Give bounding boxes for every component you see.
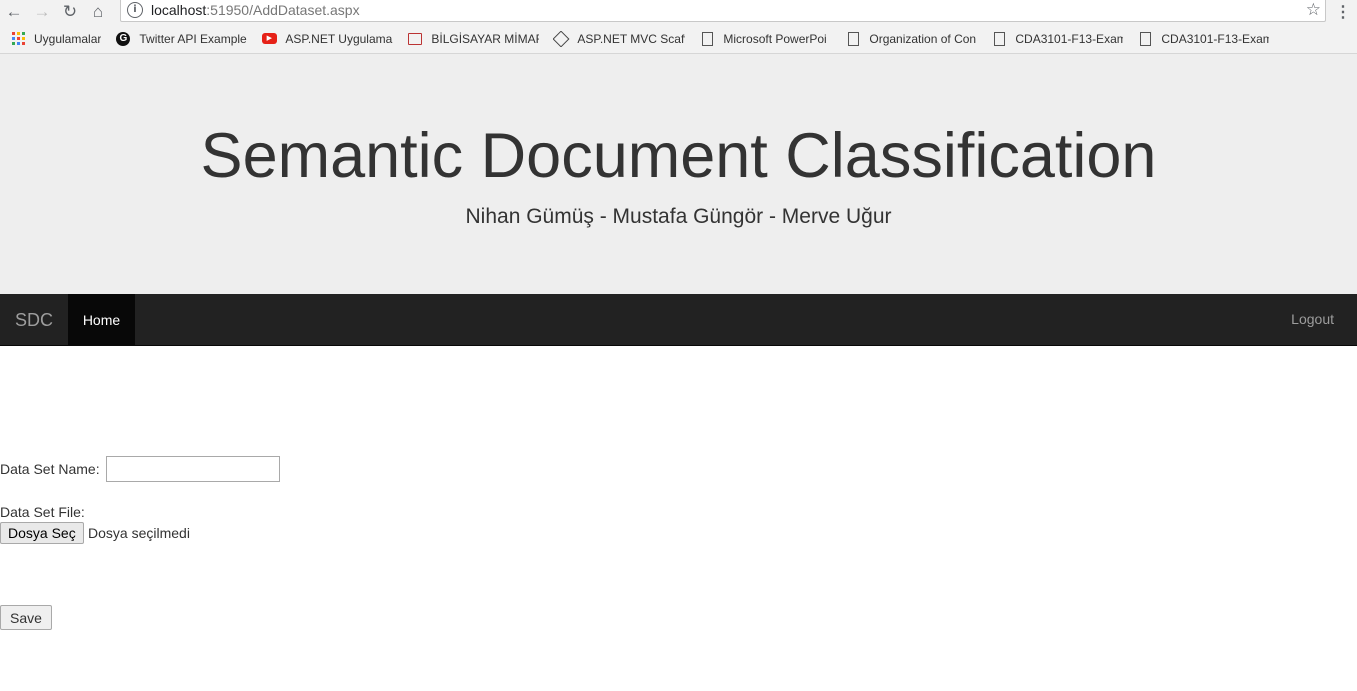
home-icon[interactable]: ⌂ [84,0,112,24]
bookmark-cda3101-a[interactable]: CDA3101-F13-Exam [991,31,1123,47]
navbar-brand[interactable]: SDC [15,310,53,331]
dataset-file-label: Data Set File: [0,504,85,520]
bookmark-organization[interactable]: Organization of Con [845,31,977,47]
choose-file-button[interactable]: Dosya Seç [0,522,84,544]
authors-subtitle: Nihan Gümüş - Mustafa Güngör - Merve Uğu… [465,205,892,228]
url-host: localhost [151,2,207,18]
page-icon [699,31,715,47]
logout-link[interactable]: Logout [1291,311,1334,327]
menu-dots-icon[interactable]: ⋮ [1335,2,1351,22]
page-header: Semantic Document Classification Nihan G… [0,54,1357,294]
bookmark-bilgisayar[interactable]: BİLGİSAYAR MİMARİ [407,31,539,47]
page-icon [1137,31,1153,47]
diamond-icon [553,30,570,47]
top-navbar: SDC Home Logout [0,294,1357,346]
nav-home-link[interactable]: Home [68,294,135,345]
url-path: :51950/AddDataset.aspx [206,2,360,18]
bookmark-mvc-scaffold[interactable]: ASP.NET MVC Scaffo [553,30,685,47]
bookmark-powerpoint[interactable]: Microsoft PowerPoi [699,31,831,47]
bookmark-apps[interactable]: Uygulamalar [10,31,101,47]
bookmark-cda3101-b[interactable]: CDA3101-F13-Exam [1137,31,1269,47]
save-button[interactable]: Save [0,605,52,630]
page-icon [991,31,1007,47]
file-status-text: Dosya seçilmedi [88,525,190,541]
bookmark-twitter-api[interactable]: G Twitter API Example [115,31,247,47]
address-bar[interactable]: i localhost:51950/AddDataset.aspx ☆ [120,0,1326,22]
presentation-icon [407,31,423,47]
forward-icon[interactable]: → [28,0,56,24]
youtube-icon: ▶ [261,31,277,47]
back-icon[interactable]: ← [0,0,28,24]
bookmark-aspnet-uygulama[interactable]: ▶ ASP.NET Uygulamal [261,31,393,47]
dataset-name-label: Data Set Name: [0,461,100,477]
reload-icon[interactable]: ↻ [56,0,84,24]
dataset-name-input[interactable] [106,456,280,482]
info-icon[interactable]: i [127,2,143,18]
browser-toolbar: ← → ↻ ⌂ i localhost:51950/AddDataset.asp… [0,0,1357,24]
page-title: Semantic Document Classification [200,121,1157,191]
bookmark-star-icon[interactable]: ☆ [1306,0,1321,20]
bookmarks-bar: Uygulamalar G Twitter API Example ▶ ASP.… [0,24,1357,54]
g-logo-icon: G [115,31,131,47]
apps-grid-icon [10,31,26,47]
page-icon [845,31,861,47]
